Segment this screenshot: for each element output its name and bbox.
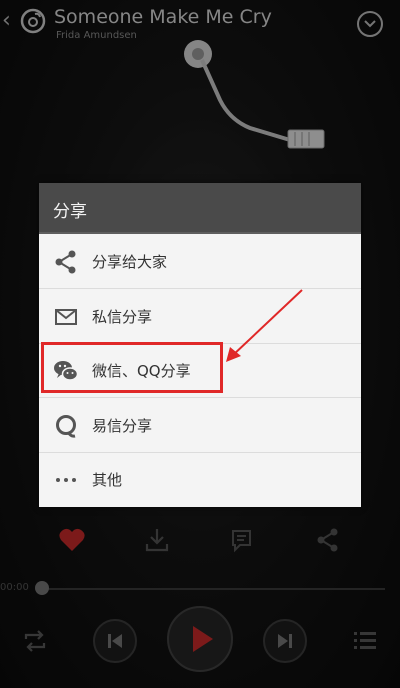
share-item-label: 其他 [92, 471, 123, 489]
share-item-yixin[interactable]: 易信分享 [39, 398, 361, 453]
share-icon [55, 250, 76, 274]
highlight-box [41, 342, 223, 393]
share-item-public[interactable]: 分享给大家 [39, 234, 361, 289]
share-item-label: 私信分享 [92, 308, 153, 326]
yixin-icon [56, 415, 76, 438]
more-icon [56, 478, 76, 482]
share-item-label: 分享给大家 [92, 253, 168, 271]
share-item-label: 易信分享 [92, 417, 153, 435]
dialog-header: 分享 [39, 183, 361, 234]
dialog-title: 分享 [53, 202, 87, 222]
share-item-private-message[interactable]: 私信分享 [39, 289, 361, 344]
annotation-arrow-icon [226, 289, 303, 362]
share-item-more[interactable]: 其他 [39, 452, 361, 507]
mail-icon [55, 309, 77, 325]
